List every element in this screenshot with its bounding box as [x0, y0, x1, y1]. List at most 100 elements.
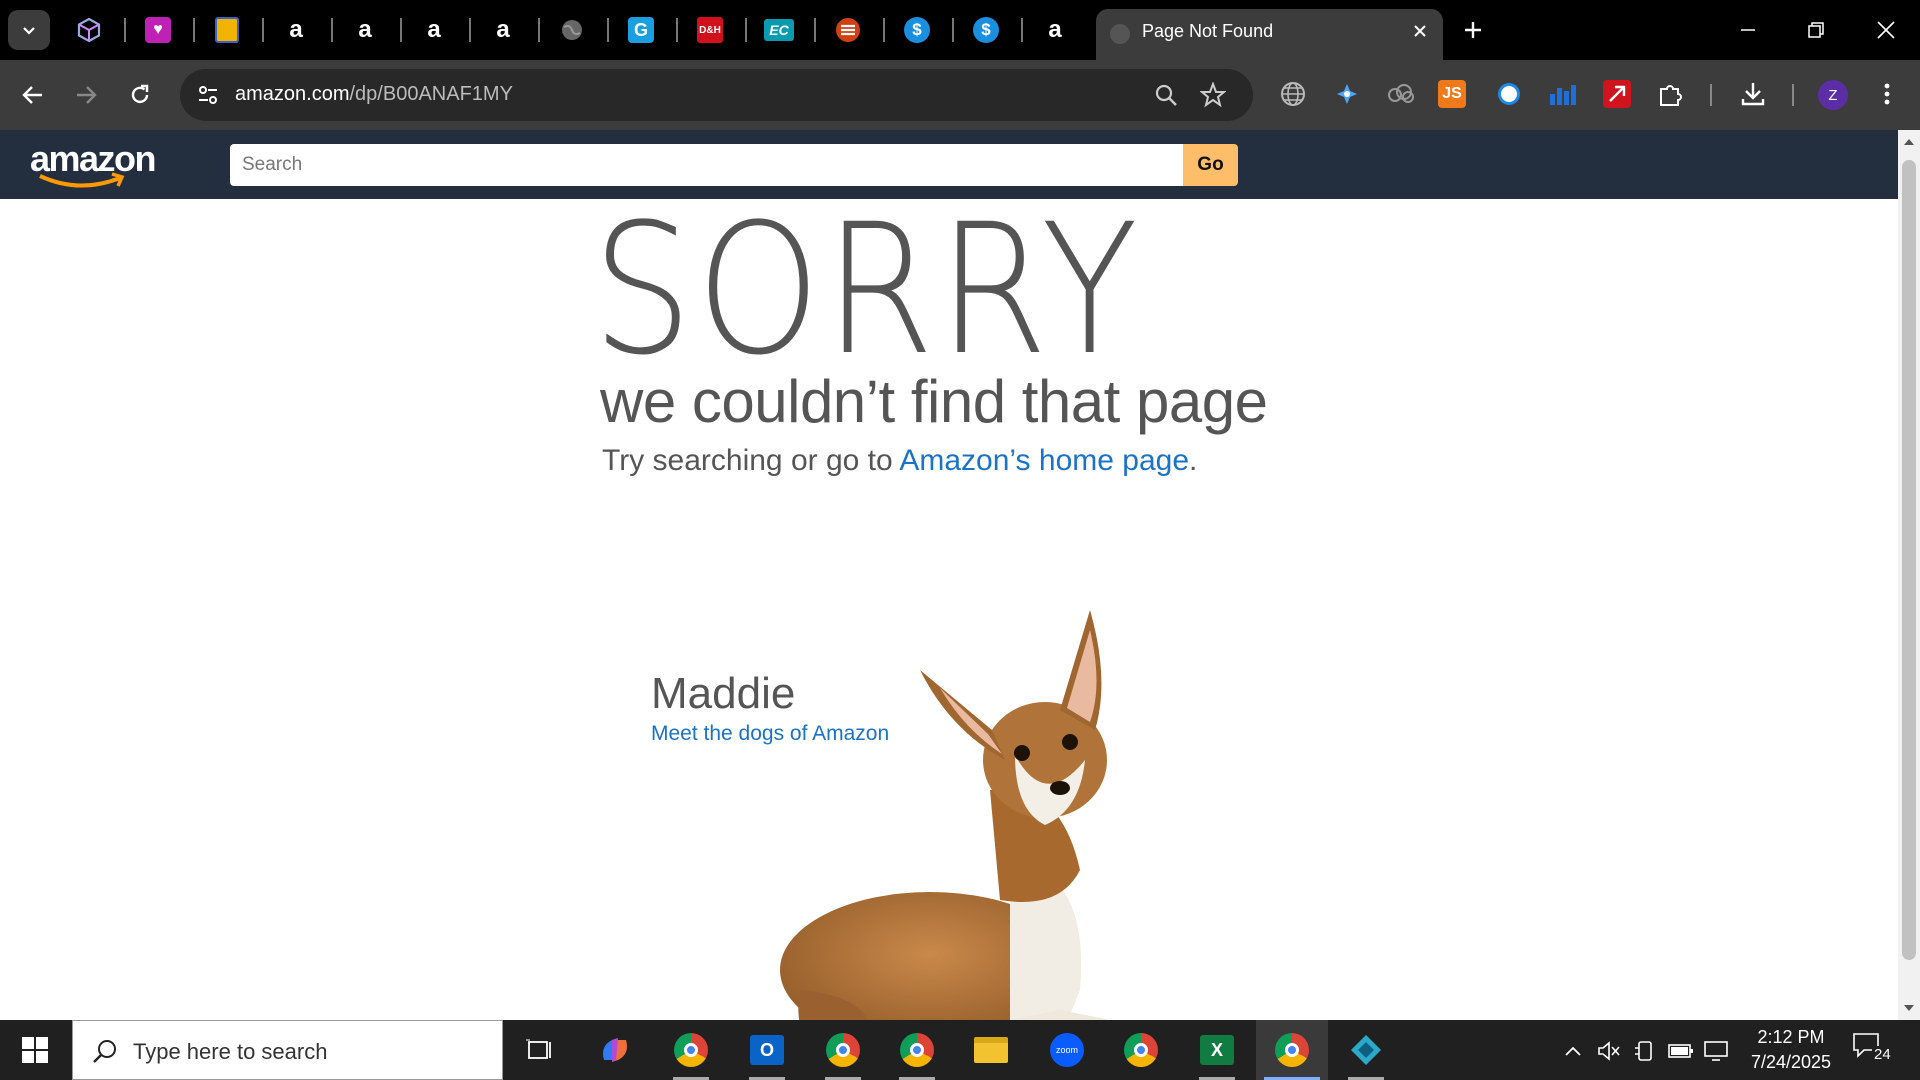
active-tab[interactable]: Page Not Found: [1096, 9, 1443, 60]
js-extension-icon[interactable]: JS: [1438, 80, 1466, 108]
bookmark-button[interactable]: [1198, 80, 1228, 110]
pinned-tab-heart[interactable]: ♥: [141, 13, 175, 47]
diamond-app-button[interactable]: [1330, 1020, 1402, 1080]
pinned-tab-globe[interactable]: [555, 13, 589, 47]
chrome-button[interactable]: [1105, 1020, 1177, 1080]
meet-now-button[interactable]: [1632, 1038, 1658, 1064]
heart-app-icon: ♥: [145, 17, 171, 43]
back-button[interactable]: [13, 75, 53, 115]
clock-time: 2:12 PM: [1757, 1027, 1825, 1047]
restore-button[interactable]: [1788, 8, 1844, 52]
url-path: /dp/B00ANAF1MY: [349, 83, 513, 105]
extensions-button[interactable]: [1654, 77, 1688, 111]
tab-search-button[interactable]: [8, 10, 50, 50]
address-bar[interactable]: amazon.com/dp/B00ANAF1MY: [180, 69, 1253, 121]
pinned-tab-cube[interactable]: [72, 13, 106, 47]
zoom-button-app[interactable]: zoom: [1031, 1020, 1103, 1080]
home-page-link[interactable]: Amazon’s home page: [899, 444, 1189, 477]
task-view-button[interactable]: [504, 1020, 576, 1080]
pinned-tab-ec[interactable]: EC: [762, 13, 796, 47]
pinned-tab-amazon[interactable]: a: [279, 13, 313, 47]
volume-button[interactable]: [1596, 1038, 1622, 1064]
zoom-button[interactable]: [1151, 80, 1181, 110]
circle-extension-button[interactable]: [1492, 77, 1526, 111]
pinned-tab-dollar[interactable]: $: [969, 13, 1003, 47]
copilot-icon: [603, 1038, 627, 1062]
downloads-button[interactable]: [1736, 77, 1770, 111]
pinned-tab-amazon[interactable]: a: [1038, 13, 1072, 47]
go-button[interactable]: Go: [1183, 144, 1238, 186]
start-button[interactable]: [0, 1020, 70, 1080]
scroll-up-icon[interactable]: [1903, 136, 1915, 148]
tab-separator: [607, 18, 609, 42]
browser-menu-button[interactable]: [1870, 77, 1904, 111]
pinned-tab-dollar[interactable]: $: [900, 13, 934, 47]
pinned-tab-amazon[interactable]: a: [486, 13, 520, 47]
file-explorer-button[interactable]: [955, 1020, 1027, 1080]
taskbar-search-box[interactable]: Type here to search: [72, 1020, 503, 1080]
try-prefix: Try searching or go to: [602, 444, 900, 477]
battery-button[interactable]: [1668, 1038, 1694, 1064]
dollar-icon: $: [973, 17, 999, 43]
windows-taskbar: Type here to search O zoom X 2:12 PM 7/2…: [0, 1020, 1920, 1080]
amazon-icon: a: [1048, 16, 1062, 43]
tab-separator: [883, 18, 885, 42]
close-tab-button[interactable]: [1407, 18, 1433, 44]
copilot-button[interactable]: [579, 1020, 651, 1080]
excel-button[interactable]: X: [1181, 1020, 1253, 1080]
amazon-icon: a: [289, 16, 303, 43]
try-suffix: .: [1189, 444, 1198, 477]
tab-separator: [1021, 18, 1023, 42]
reload-button[interactable]: [120, 75, 160, 115]
tab-separator: [676, 18, 678, 42]
speaker-muted-icon: [1598, 1041, 1620, 1061]
amazon-logo[interactable]: amazon: [30, 138, 157, 188]
chart-extension-button[interactable]: [1546, 77, 1580, 111]
page-scrollbar[interactable]: [1898, 130, 1920, 1020]
pinned-tab-stack[interactable]: [831, 13, 865, 47]
close-window-button[interactable]: [1858, 8, 1914, 52]
chrome-profile-active-button[interactable]: [1256, 1020, 1328, 1080]
pinned-tab-dh[interactable]: D&H: [693, 13, 727, 47]
search-icon: [93, 1040, 116, 1063]
star-icon: [1200, 82, 1226, 108]
pinned-tab-amazon[interactable]: a: [417, 13, 451, 47]
chart-extension-icon: [1550, 85, 1576, 105]
cloud-extension-button[interactable]: [1384, 77, 1418, 111]
clock-date: 7/24/2025: [1750, 1052, 1832, 1072]
globe-extension-button[interactable]: [1276, 77, 1310, 111]
show-hidden-icons-button[interactable]: [1560, 1038, 1586, 1064]
outlook-icon: O: [750, 1035, 784, 1065]
stack-icon: [836, 18, 860, 42]
chevron-up-icon: [1565, 1046, 1581, 1056]
pinned-tab-amazon[interactable]: a: [348, 13, 382, 47]
pinned-tab-g[interactable]: G: [624, 13, 658, 47]
pinned-tab-box[interactable]: [210, 13, 244, 47]
close-icon: [1877, 21, 1895, 39]
site-info-button[interactable]: [194, 81, 222, 109]
outlook-button[interactable]: O: [731, 1020, 803, 1080]
amazon-search-input[interactable]: [230, 144, 1184, 186]
arrow-extension-button[interactable]: [1600, 77, 1634, 111]
tab-separator: [331, 18, 333, 42]
forward-button[interactable]: [66, 75, 106, 115]
amazon-smile-icon: [39, 172, 125, 188]
arrow-right-icon: [77, 86, 97, 104]
plus-extension-button[interactable]: [1330, 77, 1364, 111]
system-clock[interactable]: 2:12 PM 7/24/2025: [1736, 1025, 1846, 1075]
new-tab-button[interactable]: [1455, 12, 1491, 48]
minimize-button[interactable]: [1720, 8, 1776, 52]
network-button[interactable]: [1704, 1038, 1730, 1064]
scroll-down-icon[interactable]: [1903, 1002, 1915, 1014]
chrome-profile-button[interactable]: [807, 1020, 879, 1080]
chrome-profile-button[interactable]: [655, 1020, 727, 1080]
chrome-profile-button[interactable]: [881, 1020, 953, 1080]
plus-icon: [1465, 22, 1481, 38]
amazon-icon: a: [427, 16, 441, 43]
toolbar-separator: [1792, 84, 1794, 106]
notification-count: 24: [1872, 1046, 1893, 1063]
scroll-thumb[interactable]: [1902, 160, 1916, 960]
tab-separator: [193, 18, 195, 42]
notifications-button[interactable]: 24: [1852, 1032, 1893, 1070]
profile-avatar[interactable]: Z: [1818, 80, 1848, 110]
